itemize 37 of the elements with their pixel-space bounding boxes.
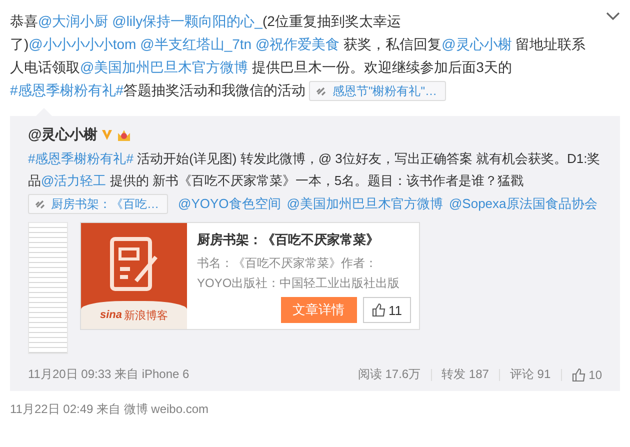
link-icon: [316, 86, 326, 96]
verified-icon: [100, 129, 113, 141]
post-time[interactable]: 11月22日 02:49 来自 微博 weibo.com: [10, 401, 620, 418]
mention-link[interactable]: @美国加州巴旦木官方微博: [286, 195, 443, 213]
stat-link[interactable]: 评论 91: [510, 366, 551, 383]
mention-link[interactable]: @YOYO食色空间: [178, 195, 281, 213]
link-icon: [35, 199, 45, 209]
author-name[interactable]: @灵心小榭: [28, 126, 98, 144]
hashtag-link[interactable]: #感恩季榭粉有礼#: [28, 151, 134, 166]
crown-icon: [116, 128, 132, 142]
thumbs-up-icon: [572, 368, 586, 382]
long-image-thumbnail[interactable]: [28, 222, 68, 354]
chevron-down-icon[interactable]: [606, 12, 620, 21]
blog-logo: sina 新浪博客: [81, 301, 187, 329]
post-time[interactable]: 11月20日 09:33 来自 iPhone 6: [28, 366, 190, 383]
like-link[interactable]: 10: [572, 368, 602, 382]
hashtag-link[interactable]: #感恩季榭粉有礼#: [10, 82, 124, 98]
mention-link[interactable]: @灵心小榭: [442, 36, 512, 52]
repost-text: #感恩季榭粉有礼# 活动开始(详见图) 转发此微博，@ 3位好友，写出正确答案 就有机会获奖。D1:奖品@活力轻工 提供的 新书《百吃不厌家常菜》一本，5名。题目：该书作者是谁？猛戳: [28, 150, 602, 190]
like-button[interactable]: 11: [362, 297, 411, 323]
post-text: 恭喜@大润小厨 @lily保持一颗向阳的心_(2位重复抽到奖太幸运了)@小小小小小tom @半支红塔山_7tn @祝作爱美食 获奖，私信回复@灵心小榭 留地址联系人电话领取@美国加州巴旦木官方微博 提供巴旦木一份。欢迎继续参加后面3天的 #感恩季榭粉有礼#答题抽奖活动和我微信的活动 感恩节"榭粉有礼"…: [10, 10, 596, 102]
mention-link[interactable]: @活力轻工: [41, 173, 106, 188]
mention-link[interactable]: @美国加州巴旦木官方微博: [80, 59, 248, 75]
link-chip[interactable]: 厨房书架：《百吃…: [28, 194, 168, 214]
stat-link[interactable]: 转发 187: [442, 366, 489, 383]
article-details-button[interactable]: 文章详情: [280, 297, 356, 323]
mention-link[interactable]: @小小小小小tom: [28, 36, 140, 52]
mention-link[interactable]: @lily保持一颗向阳的心_: [112, 13, 262, 29]
mention-link[interactable]: @大润小厨: [38, 13, 112, 29]
stat-link[interactable]: 阅读 17.6万: [358, 366, 421, 383]
thumbs-up-icon: [372, 303, 386, 317]
link-chip[interactable]: 感恩节"榭粉有礼"…: [309, 81, 446, 102]
mention-link[interactable]: @Sopexa原法国食品协会: [448, 195, 598, 213]
article-description: 书名：《百吃不厌家常菜》作者：YOYO出版社：中国轻工业出版社出版: [197, 255, 401, 292]
article-title[interactable]: 厨房书架：《百吃不厌家常菜》: [197, 231, 411, 249]
mention-link[interactable]: @半支红塔山_7tn: [140, 36, 256, 52]
mention-link[interactable]: @祝作爱美食: [255, 36, 340, 52]
